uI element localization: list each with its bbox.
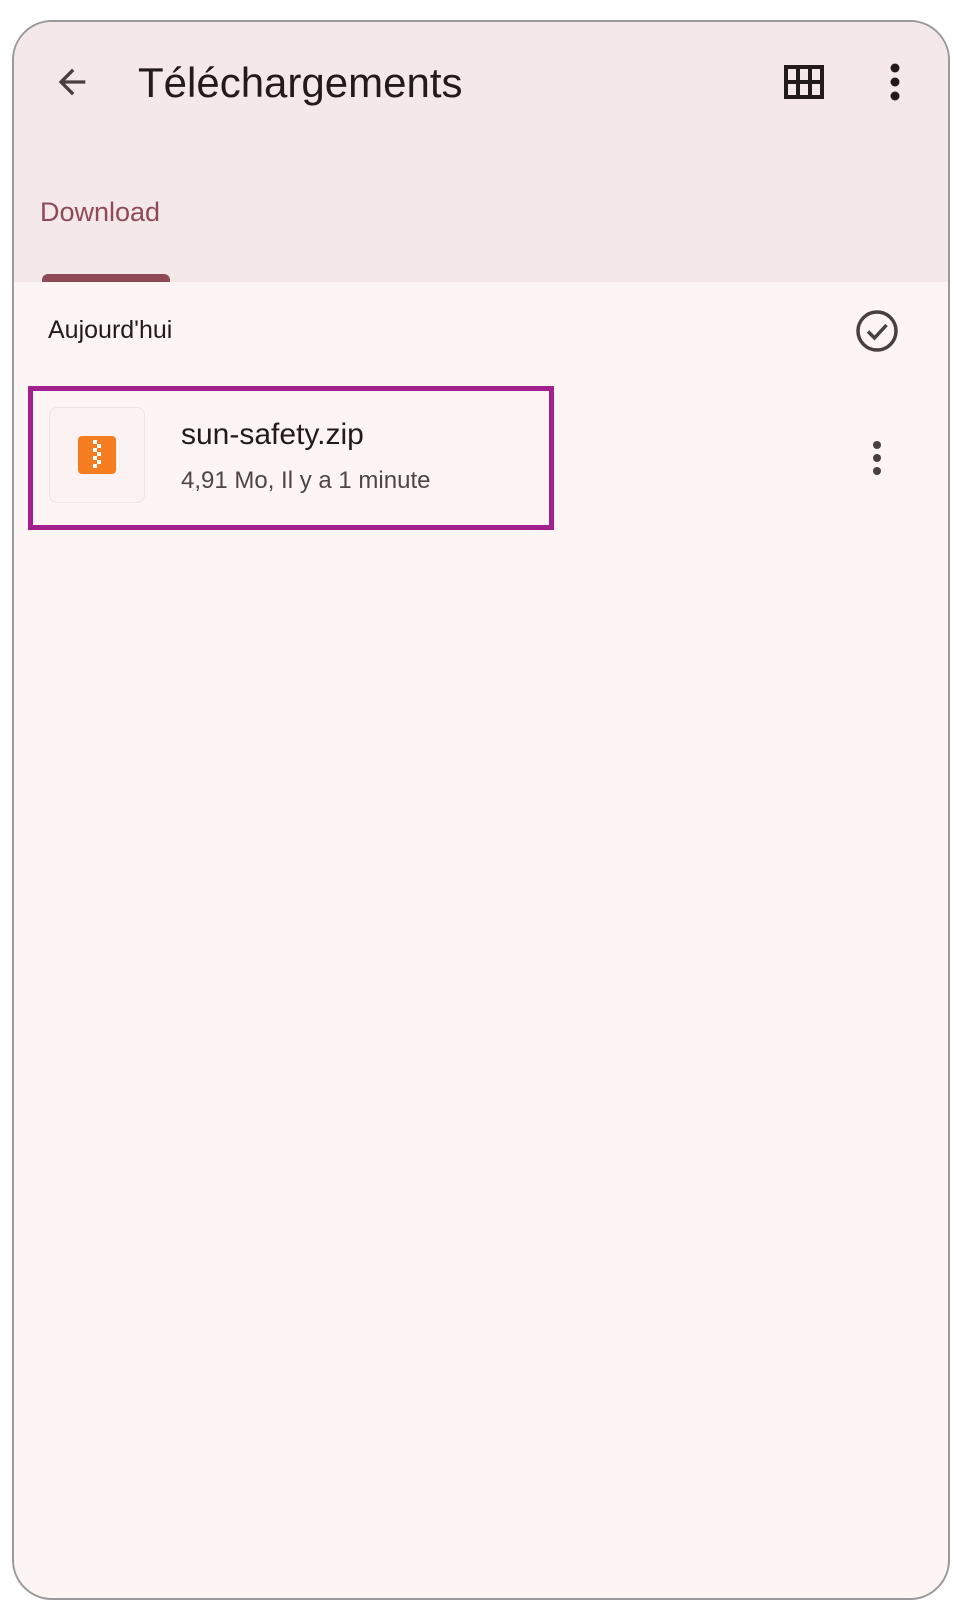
grid-view-icon <box>784 65 824 99</box>
top-app-bar: Téléchargements Download <box>14 22 948 282</box>
file-thumbnail <box>49 407 145 503</box>
more-vert-icon <box>873 441 881 475</box>
page-title: Téléchargements <box>138 59 463 106</box>
file-name: sun-safety.zip <box>181 418 364 451</box>
file-meta: 4,91 Mo, Il y a 1 minute <box>181 467 431 494</box>
downloads-screen: Téléchargements Download Aujourd'hui sun… <box>12 20 950 1600</box>
tab-indicator <box>42 274 170 282</box>
zip-file-icon <box>78 436 116 474</box>
tab-download[interactable]: Download <box>40 192 170 282</box>
select-all-button[interactable] <box>852 306 902 356</box>
more-vert-icon <box>890 63 900 101</box>
check-circle-icon <box>856 310 898 352</box>
back-button[interactable] <box>42 52 102 112</box>
grid-view-button[interactable] <box>774 52 834 112</box>
download-item[interactable]: sun-safety.zip 4,91 Mo, Il y a 1 minute <box>28 386 554 530</box>
item-more-button[interactable] <box>852 430 902 486</box>
tab-download-label: Download <box>40 197 161 227</box>
section-header-today: Aujourd'hui <box>48 316 173 344</box>
overflow-menu-button[interactable] <box>870 52 920 112</box>
arrow-back-icon <box>58 68 86 96</box>
